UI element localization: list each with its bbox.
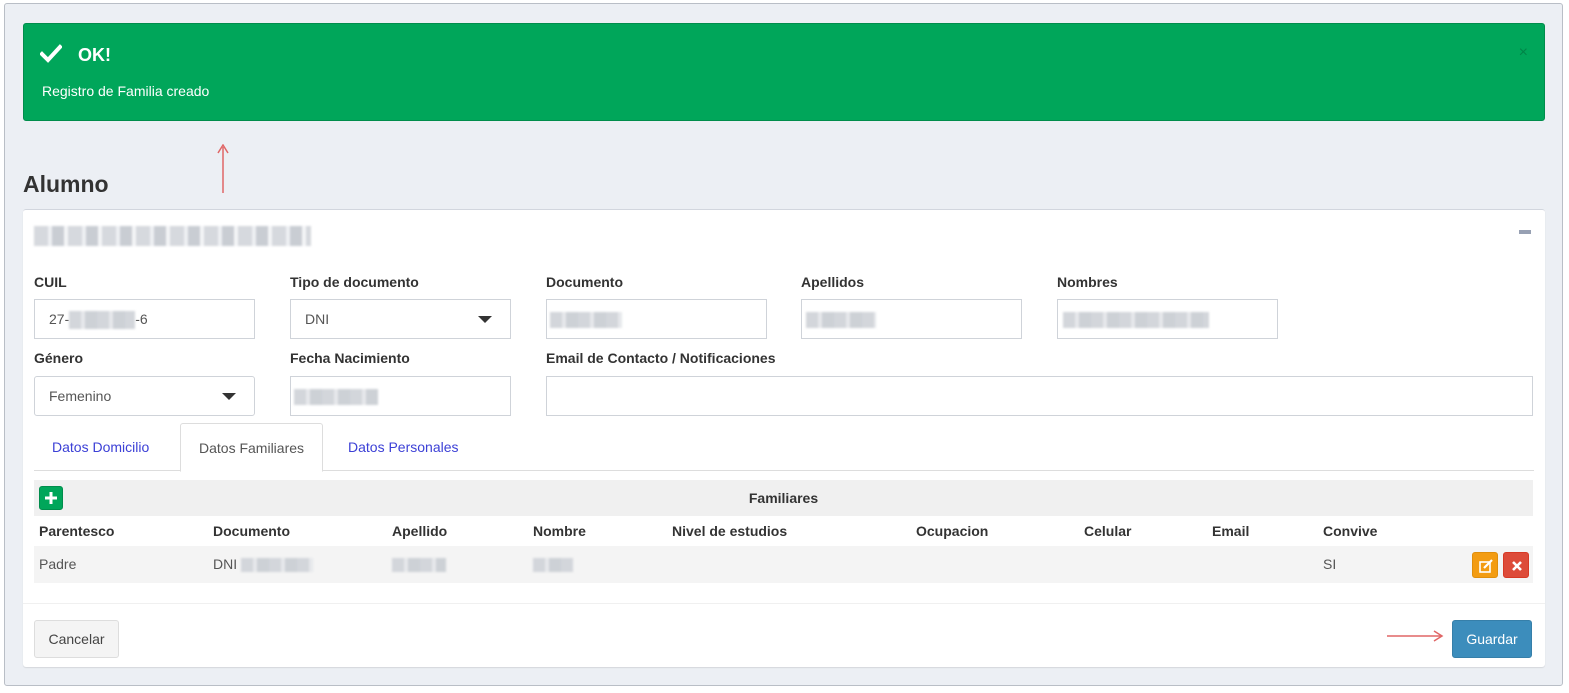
cell-apellido bbox=[392, 556, 446, 573]
tipo-documento-select[interactable]: DNI bbox=[290, 299, 511, 339]
student-name-redacted bbox=[34, 226, 311, 246]
column-header: Nombre bbox=[533, 523, 586, 539]
genero-label: Género bbox=[34, 350, 84, 366]
delete-familiar-button[interactable] bbox=[1503, 552, 1529, 578]
apellido-redacted bbox=[392, 558, 446, 573]
annotation-arrow-right-icon bbox=[1387, 630, 1444, 642]
panel-footer: Cancelar Guardar bbox=[23, 603, 1545, 668]
alert-close-button[interactable]: × bbox=[1519, 44, 1528, 62]
familiares-table: Familiares Parentesco Documento Apellido… bbox=[34, 480, 1533, 583]
cuil-prefix: 27- bbox=[49, 311, 70, 327]
email-contacto-label: Email de Contacto / Notificaciones bbox=[546, 350, 776, 366]
tab-datos-domicilio[interactable]: Datos Domicilio bbox=[34, 423, 167, 471]
cell-documento-tipo: DNI bbox=[213, 556, 238, 572]
column-header: Email bbox=[1212, 523, 1250, 539]
cuil-redacted bbox=[69, 311, 136, 330]
cuil-suffix: -6 bbox=[135, 311, 148, 327]
column-header: Parentesco bbox=[39, 523, 115, 539]
apellidos-input[interactable] bbox=[801, 299, 1022, 339]
caret-down-icon bbox=[222, 393, 236, 400]
nombres-input[interactable] bbox=[1057, 299, 1278, 339]
cell-parentesco: Padre bbox=[39, 556, 77, 572]
column-header: Celular bbox=[1084, 523, 1132, 539]
nombres-redacted bbox=[1063, 312, 1209, 329]
tipo-documento-label: Tipo de documento bbox=[290, 274, 419, 290]
familiares-title: Familiares bbox=[748, 490, 819, 506]
nombre-redacted bbox=[533, 558, 573, 573]
genero-value: Femenino bbox=[49, 388, 112, 404]
close-icon bbox=[1512, 561, 1522, 571]
cell-nombre bbox=[533, 556, 573, 573]
collapse-minus-icon[interactable] bbox=[1519, 230, 1531, 234]
cancel-button[interactable]: Cancelar bbox=[34, 620, 119, 658]
tab-bar: Datos Domicilio Datos Familiares Datos P… bbox=[34, 423, 1534, 472]
alert-title: OK! bbox=[78, 45, 111, 65]
documento-input[interactable] bbox=[546, 299, 767, 339]
apellidos-redacted bbox=[806, 312, 876, 329]
check-icon bbox=[40, 44, 62, 63]
documento-label: Documento bbox=[546, 274, 623, 290]
alumno-panel: CUIL 27- -6 Tipo de documento DNI Documen… bbox=[23, 209, 1545, 667]
fecha-nacimiento-redacted bbox=[294, 389, 378, 406]
documento-redacted bbox=[241, 558, 314, 573]
annotation-arrow-up-icon bbox=[217, 144, 229, 193]
cell-documento: DNI bbox=[213, 556, 314, 573]
fecha-nacimiento-label: Fecha Nacimiento bbox=[290, 350, 410, 366]
save-button[interactable]: Guardar bbox=[1452, 620, 1532, 658]
column-header: Ocupacion bbox=[916, 523, 989, 539]
column-header: Nivel de estudios bbox=[672, 523, 788, 539]
column-header: Convive bbox=[1323, 523, 1378, 539]
table-row: Padre DNI SI bbox=[34, 546, 1533, 583]
column-header: Apellido bbox=[392, 523, 448, 539]
familiares-header: Familiares bbox=[34, 480, 1533, 516]
app-window: OK! Registro de Familia creado × Alumno … bbox=[4, 3, 1563, 686]
cuil-input[interactable]: 27- -6 bbox=[34, 299, 255, 339]
documento-redacted bbox=[550, 312, 622, 329]
table-header-row: Parentesco Documento Apellido Nombre Niv… bbox=[34, 516, 1533, 546]
cuil-label: CUIL bbox=[34, 274, 67, 290]
nombres-label: Nombres bbox=[1057, 274, 1118, 290]
apellidos-label: Apellidos bbox=[801, 274, 865, 290]
email-contacto-input[interactable] bbox=[546, 376, 1533, 416]
caret-down-icon bbox=[478, 316, 492, 323]
tipo-documento-value: DNI bbox=[305, 311, 330, 327]
column-header: Documento bbox=[213, 523, 290, 539]
fecha-nacimiento-input[interactable] bbox=[290, 376, 511, 416]
genero-select[interactable]: Femenino bbox=[34, 376, 255, 416]
page-title: Alumno bbox=[23, 171, 109, 197]
alert-message: Registro de Familia creado bbox=[42, 83, 210, 99]
success-alert: OK! Registro de Familia creado × bbox=[23, 23, 1545, 121]
cell-convive: SI bbox=[1323, 556, 1337, 572]
tab-datos-personales[interactable]: Datos Personales bbox=[330, 423, 477, 471]
edit-icon bbox=[1479, 559, 1493, 573]
edit-familiar-button[interactable] bbox=[1472, 552, 1498, 578]
tab-datos-familiares[interactable]: Datos Familiares bbox=[180, 423, 324, 472]
